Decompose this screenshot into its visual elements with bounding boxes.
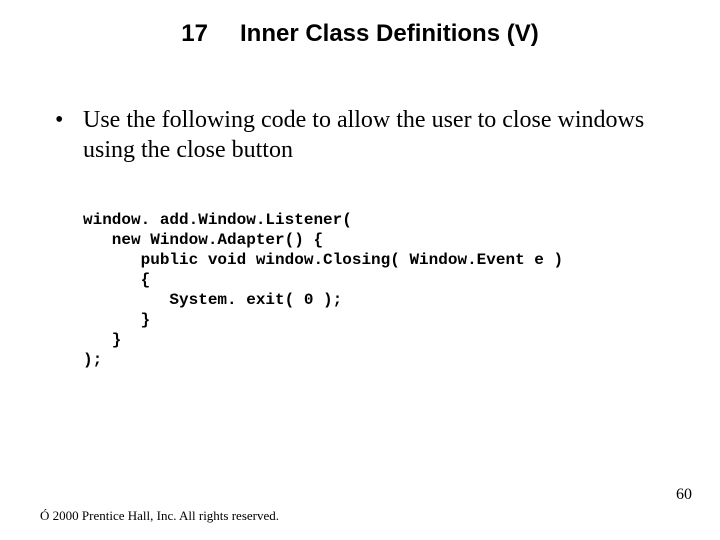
page-number: 60 (676, 486, 692, 504)
title-text: Inner Class Definitions (V) (240, 20, 539, 48)
title-number: 17 (181, 20, 208, 48)
slide-title: 17 Inner Class Definitions (V) (0, 20, 720, 48)
footer-text: 2000 Prentice Hall, Inc. All rights rese… (49, 508, 279, 523)
bullet-marker: • (55, 105, 83, 135)
code-block: window. add.Window.Listener( new Window.… (83, 210, 665, 370)
bullet-item: • Use the following code to allow the us… (55, 105, 665, 165)
footer-copyright: Ó 2000 Prentice Hall, Inc. All rights re… (40, 508, 279, 524)
slide: 17 Inner Class Definitions (V) • Use the… (0, 0, 720, 540)
bullet-text: Use the following code to allow the user… (83, 105, 665, 165)
body: • Use the following code to allow the us… (55, 105, 665, 165)
copyright-symbol: Ó (40, 508, 49, 523)
